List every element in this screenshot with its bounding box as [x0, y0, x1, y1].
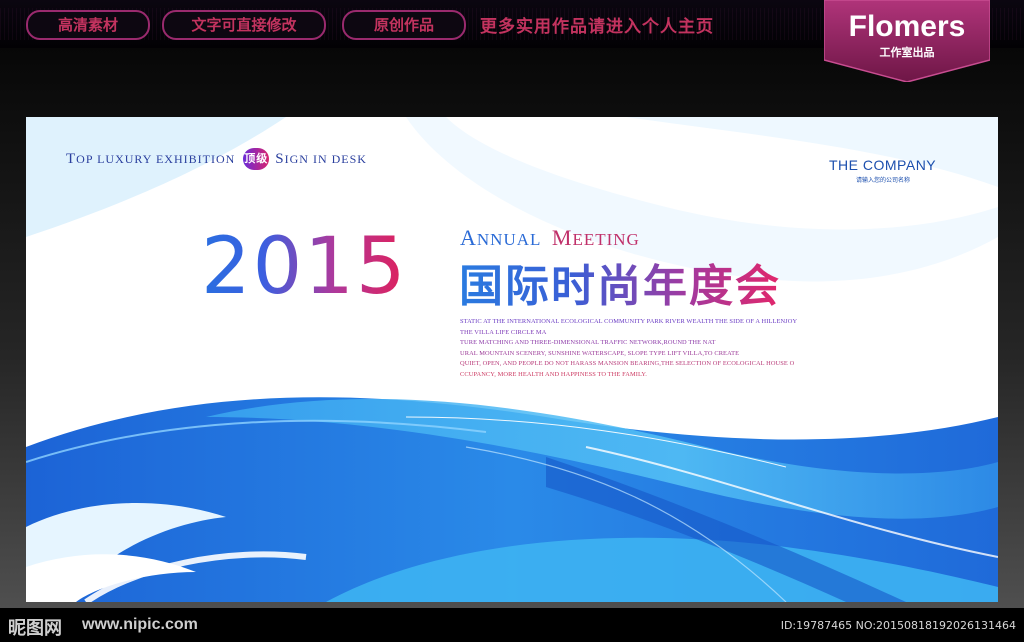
brand-name: Flomers — [848, 10, 966, 43]
description-line: CCUPANCY, MORE HEALTH AND HAPPINESS TO T… — [460, 370, 647, 378]
tagline-op: OP — [76, 152, 98, 166]
banner-artwork: TOP LUXURY EXHIBITION 顶级 SIGN IN DESK THE… — [26, 117, 998, 602]
meeting-initial: M — [551, 225, 573, 250]
company-name: THE COMPANY — [829, 157, 937, 173]
description-line: URAL MOUNTAIN SCENERY, SUNSHINE WATERSCA… — [460, 349, 740, 357]
tagline-initial-t: T — [66, 151, 77, 167]
description-line: THE VILLA LIFE CIRCLE MA — [460, 328, 547, 336]
tagline-luxury: LUXURY EXHIBITION — [97, 152, 236, 166]
annual-rest: NNUAL — [476, 230, 542, 249]
company-subtitle: 请输入您的公司名称 — [856, 177, 911, 184]
brand-subtitle: 工作室出品 — [879, 46, 935, 59]
annual-meeting-heading: ANNUAL MEETING — [460, 225, 640, 251]
meeting-rest: EETING — [572, 230, 640, 249]
tagline-initial-s: S — [275, 151, 285, 167]
top-grade-badge: 顶级 — [243, 148, 270, 171]
annual-initial: A — [460, 225, 477, 250]
nipic-url-link[interactable]: www.nipic.com — [82, 616, 198, 634]
tagline-sign-in: IGN IN DESK — [284, 152, 367, 166]
pill-editable-text[interactable]: 文字可直接修改 — [162, 10, 326, 40]
promo-link[interactable]: 更多实用作品请进入个人主页 — [480, 12, 714, 37]
brand-badge[interactable]: Flomers 工作室出品 — [824, 0, 990, 82]
description-line: STATIC AT THE INTERNATIONAL ECOLOGICAL C… — [460, 318, 798, 325]
chinese-title: 国际时尚年度会 — [459, 250, 781, 314]
description-block: STATIC AT THE INTERNATIONAL ECOLOGICAL C… — [460, 317, 840, 381]
footer-bar: 昵图网 www.nipic.com ID:19787465 NO:2015081… — [0, 608, 1024, 642]
description-line: QUIET, OPEN, AND PEOPLE DO NOT HARASS MA… — [460, 360, 795, 368]
tagline: TOP LUXURY EXHIBITION 顶级 SIGN IN DESK — [66, 147, 367, 171]
nipic-logo[interactable]: 昵图网 — [8, 614, 62, 640]
image-id-text: ID:19787465 NO:20150818192026131464 — [780, 619, 1016, 632]
year-heading: 2015 — [201, 217, 408, 317]
pill-hd-material[interactable]: 高清素材 — [26, 10, 150, 40]
description-line: TURE MATCHING AND THREE-DIMENSIONAL TRAF… — [460, 339, 716, 347]
pill-original-work[interactable]: 原创作品 — [342, 10, 466, 40]
